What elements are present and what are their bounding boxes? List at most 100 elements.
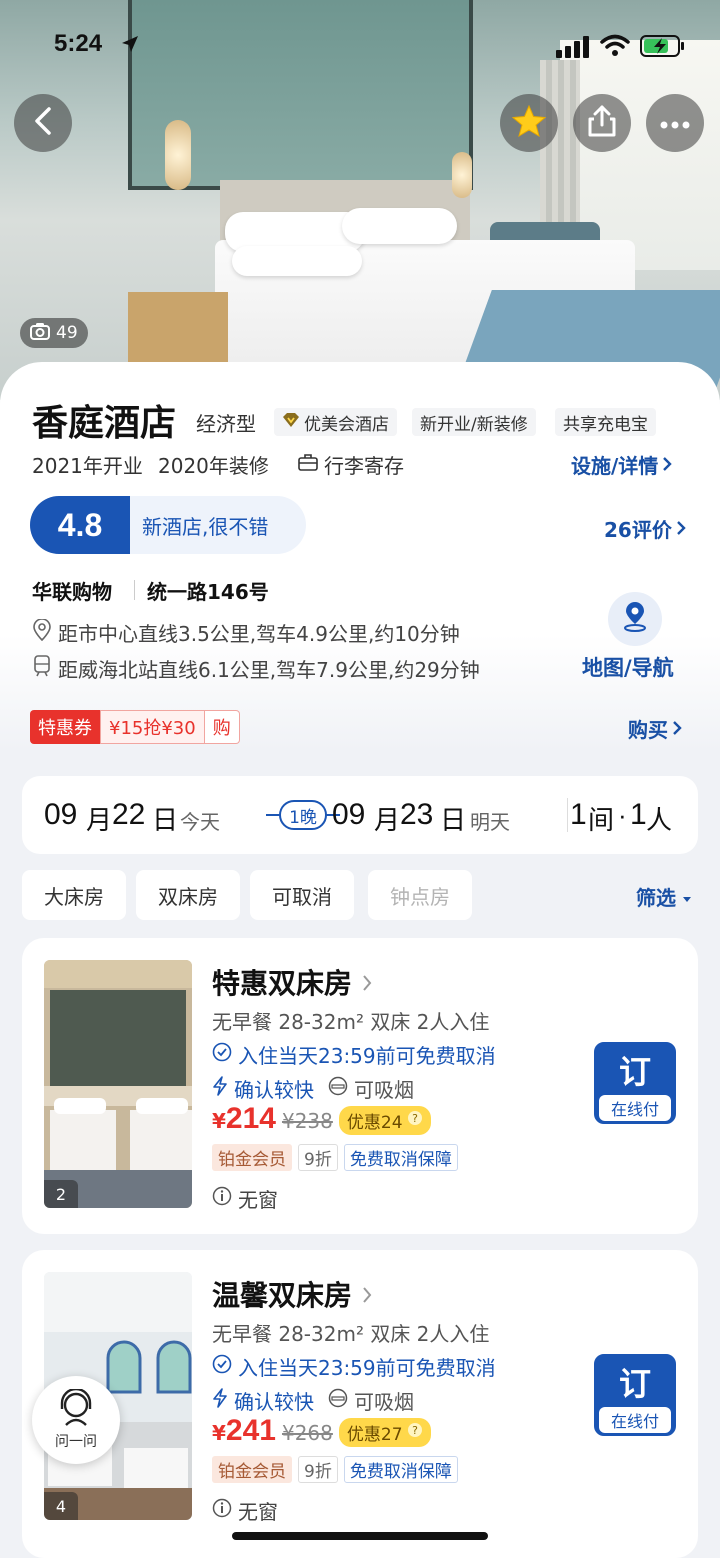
train-icon (32, 655, 52, 682)
guest-count[interactable]: 1 (630, 798, 647, 832)
photo-count-badge[interactable]: 49 (20, 318, 88, 348)
photo-count-label: 49 (56, 323, 78, 343)
cancel-policy-label: 入住当天23:59前可免费取消 (238, 1044, 496, 1068)
window-label: 无窗 (238, 1500, 278, 1524)
room-count[interactable]: 1 (570, 798, 587, 832)
room-price: ¥ 214 ¥238 优惠24 ? (212, 1102, 431, 1136)
battery-charging-icon (640, 34, 686, 62)
map-pin-icon (621, 602, 649, 636)
date-selector[interactable]: 09 月 22 日 今天 1晚 09 月 23 日 明天 1 间 · 1 人 (22, 776, 698, 854)
month-unit: 月 (374, 805, 401, 835)
favorite-button[interactable] (500, 94, 558, 152)
hotel-tag-chain-label: 优美会酒店 (304, 414, 389, 435)
confirm-speed-label: 确认较快 (234, 1390, 314, 1414)
hotel-tag-chain[interactable]: 优美会酒店 (274, 408, 397, 436)
guarantee-badge: 免费取消保障 (343, 1456, 458, 1483)
rating-score: 4.8 (30, 496, 130, 554)
filter-button-label: 筛选 (636, 886, 676, 910)
confirm-speed: 确认较快 可吸烟 (212, 1386, 414, 1415)
caret-down-icon (682, 885, 692, 909)
star-icon (511, 104, 547, 141)
member-badges: 铂金会员 9折 免费取消保障 (212, 1456, 458, 1483)
coupon-banner[interactable]: 特惠券 ¥15抢¥30 购 (30, 710, 240, 744)
hero-pillow (232, 246, 362, 276)
cancel-policy-label: 入住当天23:59前可免费取消 (238, 1356, 496, 1380)
question-icon: ? (407, 1422, 423, 1443)
smoking-icon (328, 1076, 348, 1101)
checkout-sub: 明天 (470, 810, 510, 834)
check-circle-icon (212, 1354, 232, 1379)
month-unit: 月 (86, 805, 113, 835)
member-badges: 铂金会员 9折 免费取消保障 (212, 1144, 458, 1171)
book-button[interactable]: 订 在线付 (594, 1042, 676, 1124)
room-photo[interactable]: 2 (44, 960, 192, 1208)
distance-station: 距威海北站直线6.1公里,驾车7.9公里,约29分钟 (58, 658, 480, 682)
rating-pill[interactable]: 4.8 新酒店,很不错 (30, 496, 306, 554)
ask-assistant-button[interactable]: 问一问 (32, 1376, 120, 1464)
map-navigation-link[interactable]: 地图/导航 (582, 652, 674, 682)
room-name-label: 特惠双床房 (212, 967, 353, 1000)
hero-lamp (165, 120, 191, 190)
hotel-area: 华联购物 (32, 580, 112, 604)
rating-text: 新酒店,很不错 (142, 515, 269, 539)
share-icon (587, 105, 617, 141)
filter-chip-king[interactable]: 大床房 (22, 870, 126, 920)
member-discount: 9折 (298, 1144, 338, 1171)
cancel-policy: 入住当天23:59前可免费取消 (212, 1040, 496, 1069)
back-button[interactable] (14, 94, 72, 152)
buy-link-label: 购买 (628, 718, 668, 742)
filter-chip-twin[interactable]: 双床房 (136, 870, 240, 920)
room-card[interactable]: 4 温馨双床房 无早餐 28-32m² 双床 2人入住 入住当天23:59前可免… (22, 1250, 698, 1558)
guarantee-badge: 免费取消保障 (343, 1144, 458, 1171)
room-photo-count: 4 (44, 1492, 78, 1520)
filter-chip-hourly[interactable]: 钟点房 (368, 870, 472, 920)
facilities-link-label: 设施/详情 (571, 454, 659, 478)
original-price: ¥268 (281, 1421, 333, 1445)
hotel-tag-charger: 共享充电宝 (555, 408, 656, 436)
coupon-label: 特惠券 (30, 710, 100, 744)
coupon-offer: ¥15抢¥30 (100, 710, 205, 744)
room-card[interactable]: 2 特惠双床房 无早餐 28-32m² 双床 2人入住 入住当天23:59前可免… (22, 938, 698, 1234)
window-info: 无窗 (212, 1184, 278, 1213)
confirm-speed: 确认较快 可吸烟 (212, 1074, 414, 1103)
discount-badge[interactable]: 优惠27 ? (338, 1418, 431, 1447)
date-divider (567, 798, 568, 832)
filter-chip-cancelable[interactable]: 可取消 (250, 870, 354, 920)
hotel-info-card: 香庭酒店 经济型 优美会酒店 新开业/新装修 共享充电宝 2021年开业 202… (0, 362, 720, 752)
hero-pillow (342, 208, 457, 244)
chevron-right-icon (362, 966, 372, 999)
reviews-link-label: 26评价 (604, 518, 672, 542)
checkin-day: 22 (112, 798, 146, 831)
room-unit: 间 (588, 805, 615, 835)
status-time: 5:24 (54, 30, 103, 57)
hotel-tag-type: 经济型 (196, 411, 256, 436)
map-button[interactable] (608, 592, 662, 646)
buy-link[interactable]: 购买 (628, 714, 682, 743)
hotel-name: 香庭酒店 (32, 403, 177, 444)
book-button-sub: 在线付 (599, 1095, 671, 1121)
room-name[interactable]: 特惠双床房 (212, 962, 372, 1002)
svg-text:?: ? (412, 1424, 418, 1437)
day-unit: 日 (152, 805, 179, 835)
filter-button[interactable]: 筛选 (636, 882, 692, 911)
chevron-right-icon (672, 717, 682, 741)
reviews-link[interactable]: 26评价 (604, 514, 686, 543)
facilities-link[interactable]: 设施/详情 (571, 450, 673, 479)
member-badge: 铂金会员 (212, 1144, 292, 1171)
room-name[interactable]: 温馨双床房 (212, 1274, 372, 1314)
more-button[interactable] (646, 94, 704, 152)
nights-indicator: 1晚 (266, 798, 340, 832)
share-button[interactable] (573, 94, 631, 152)
question-icon: ? (407, 1110, 423, 1131)
ask-label: 问一问 (55, 1434, 97, 1450)
discount-badge[interactable]: 优惠24 ? (338, 1106, 431, 1135)
price-currency: ¥ (212, 1421, 226, 1445)
customer-service-icon (56, 1387, 96, 1431)
price-value: 241 (225, 1414, 276, 1447)
checkin-sub: 今天 (180, 810, 220, 834)
room-photo-illustration (44, 960, 192, 1208)
chevron-left-icon (32, 106, 54, 140)
svg-text:?: ? (412, 1112, 418, 1125)
book-button[interactable]: 订 在线付 (594, 1354, 676, 1436)
distance-center-row: 距市中心直线3.5公里,驾车4.9公里,约10分钟 (32, 618, 460, 647)
